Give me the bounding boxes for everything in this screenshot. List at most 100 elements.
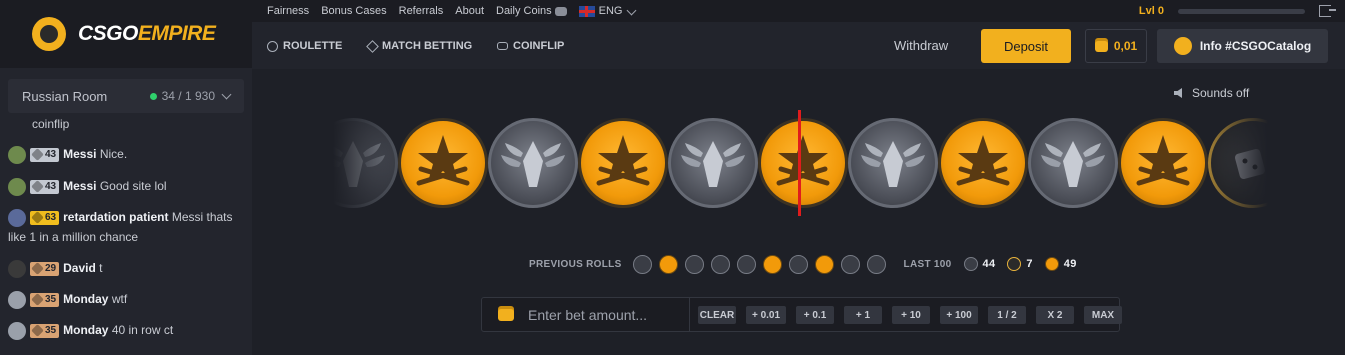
uk-flag-icon	[578, 5, 595, 17]
chat-username[interactable]: Messi	[63, 147, 96, 161]
terrorist-slot	[758, 118, 848, 208]
deposit-button[interactable]: Deposit	[981, 29, 1071, 63]
quick-bet-button[interactable]: + 0.1	[796, 306, 834, 324]
quick-bet-button[interactable]: MAX	[1084, 306, 1122, 324]
tab-roulette[interactable]: ROULETTE	[267, 40, 342, 52]
chat-username[interactable]: retardation patient	[63, 210, 168, 224]
bonus-icon	[1007, 257, 1022, 271]
chat-text: Nice.	[99, 147, 128, 161]
online-dot-icon	[149, 92, 157, 100]
bonus-count: 7	[1026, 258, 1033, 270]
terrorist-slot	[578, 118, 668, 208]
nav-link-bonus-cases[interactable]: Bonus Cases	[321, 5, 386, 17]
chat-room-selector[interactable]: Russian Room 34 / 1 930	[8, 79, 244, 113]
level-progress-bar	[1178, 8, 1305, 14]
previous-rolls-label: PREVIOUS ROLLS	[529, 258, 622, 270]
chevron-down-icon	[627, 5, 637, 16]
sounds-toggle[interactable]: Sounds off	[1174, 86, 1249, 100]
previous-rolls: PREVIOUS ROLLS LAST 100 44 7 49	[529, 254, 1083, 274]
ct-roll-icon	[736, 254, 756, 274]
quick-bet-button[interactable]: + 0.01	[746, 306, 786, 324]
counter-terrorist-slot	[848, 118, 938, 208]
bet-input-wrapper	[482, 298, 690, 331]
main-header: ROULETTE MATCH BETTING COINFLIP Withdraw…	[252, 22, 1345, 69]
t-icon	[1044, 257, 1059, 271]
chat-message: 63 retardation patient Messi thats like 1…	[8, 207, 248, 247]
ct-roll-icon	[710, 254, 730, 274]
chat-message-fragment: coinflip	[32, 117, 70, 131]
bet-panel: CLEAR + 0.01 + 0.1 + 1 + 10 + 100 1 / 2 X 2 MAX	[481, 297, 1122, 332]
chat-text: wtf	[111, 292, 128, 306]
counter-terrorist-slot	[488, 118, 578, 208]
avatar[interactable]	[8, 259, 26, 278]
t-count: 49	[1063, 258, 1077, 270]
logout-icon[interactable]	[1319, 5, 1336, 17]
avatar[interactable]	[8, 321, 26, 340]
avatar[interactable]	[8, 145, 26, 164]
quick-bet-button[interactable]: 1 / 2	[988, 306, 1026, 324]
chat-username[interactable]: David	[63, 261, 96, 275]
level-badge: 35	[30, 323, 60, 338]
nav-link-about[interactable]: About	[455, 5, 484, 17]
chat-message: 43 Messi Nice.	[8, 144, 248, 164]
avatar[interactable]	[8, 208, 26, 227]
empire-logo-icon	[32, 17, 66, 51]
chat-text: 40 in row ct	[111, 323, 174, 337]
terrorist-slot	[1118, 118, 1208, 208]
chat-message: 35 Monday 40 in row ct	[8, 320, 248, 340]
brand-logo[interactable]: CSGOEMPIRE	[0, 0, 252, 68]
ct-roll-icon	[632, 254, 652, 274]
level-badge: 29	[30, 261, 60, 276]
last-100-stats: LAST 100 44 7 49	[904, 257, 1083, 271]
quick-bet-button[interactable]: + 1	[844, 306, 882, 324]
t-roll-icon	[814, 254, 834, 274]
coins-icon	[498, 308, 514, 321]
nav-link-referrals[interactable]: Referrals	[399, 5, 444, 17]
chat-messages: coinflip 43 Messi Nice. 43 Messi Good site…	[0, 116, 252, 355]
level-badge: 35	[30, 292, 60, 307]
ct-roll-icon	[684, 254, 704, 274]
ct-roll-icon	[840, 254, 860, 274]
balance-display: 0,01	[1085, 29, 1147, 63]
withdraw-button[interactable]: Withdraw	[894, 38, 948, 53]
counter-terrorist-slot	[1028, 118, 1118, 208]
roulette-marker	[798, 110, 801, 216]
speaker-muted-icon	[1174, 88, 1182, 98]
chat-message: 43 Messi Good site lol	[8, 176, 248, 196]
quick-bet-button[interactable]: X 2	[1036, 306, 1074, 324]
ct-count: 44	[982, 258, 996, 270]
chat-username[interactable]: Monday	[63, 323, 108, 337]
t-roll-icon	[658, 254, 678, 274]
online-count: 34 / 1 930	[149, 89, 232, 103]
tab-coinflip[interactable]: COINFLIP	[497, 40, 564, 52]
roulette-icon	[267, 40, 278, 52]
ct-roll-icon	[788, 254, 808, 274]
avatar[interactable]	[8, 177, 26, 196]
user-badge-icon	[1173, 37, 1192, 55]
nav-link-daily-coins[interactable]: Daily Coins	[496, 5, 567, 17]
tab-match-betting[interactable]: MATCH BETTING	[366, 39, 472, 53]
chat-message: 35 Monday wtf	[8, 289, 248, 309]
quick-bet-button[interactable]: + 100	[940, 306, 978, 324]
chat-message: 29 David t	[8, 258, 248, 278]
ct-roll-icon	[866, 254, 886, 274]
swords-icon	[366, 39, 379, 53]
nav-link-fairness[interactable]: Fairness	[267, 5, 309, 17]
chat-username[interactable]: Messi	[63, 179, 96, 193]
coins-icon	[497, 42, 508, 50]
bet-amount-input[interactable]	[528, 306, 688, 323]
chat-username[interactable]: Monday	[63, 292, 108, 306]
top-nav: Fairness Bonus Cases Referrals About Dai…	[252, 0, 1345, 22]
chat-text: t	[99, 261, 103, 275]
level-badge: 43	[30, 147, 60, 162]
chat-text: Good site lol	[99, 179, 167, 193]
avatar[interactable]	[8, 290, 26, 309]
language-selector[interactable]: ENG	[578, 5, 637, 17]
ct-icon	[963, 257, 978, 271]
quick-bet-button[interactable]: + 10	[892, 306, 930, 324]
quick-bet-button[interactable]: CLEAR	[698, 306, 736, 324]
bet-quick-buttons: CLEAR + 0.01 + 0.1 + 1 + 10 + 100 1 / 2 X 2 MAX	[698, 306, 1132, 324]
level-progress: Lvl 0	[1139, 0, 1336, 22]
info-button[interactable]: Info #CSGOCatalog	[1157, 29, 1328, 63]
coins-icon	[554, 6, 567, 16]
